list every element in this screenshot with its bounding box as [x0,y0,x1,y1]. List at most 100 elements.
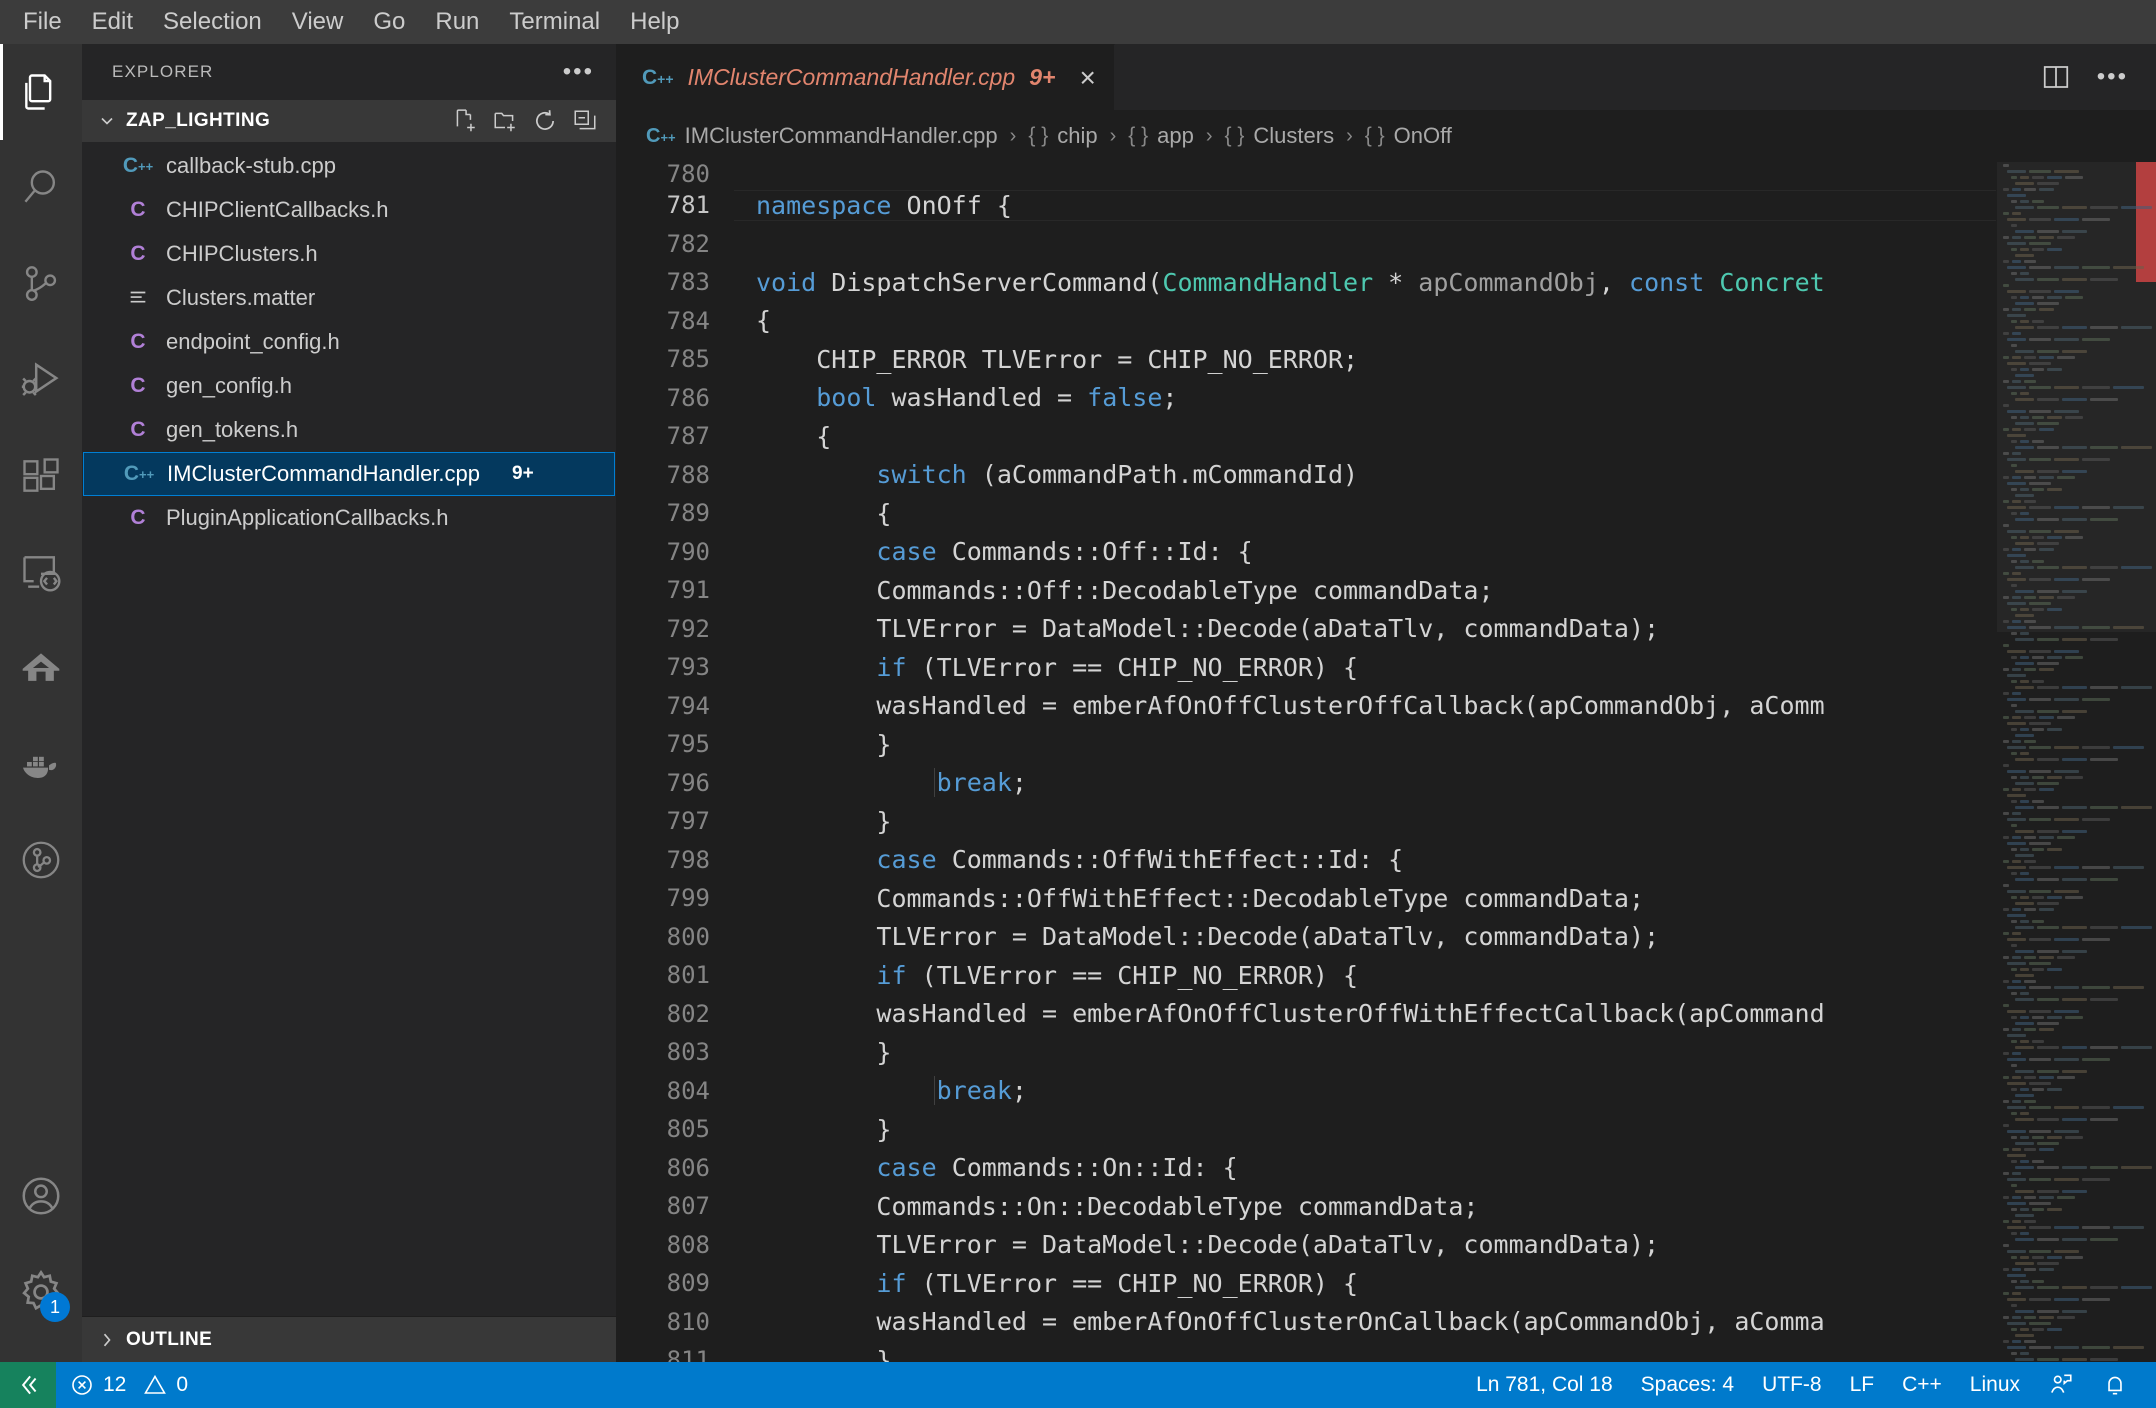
code-line[interactable]: 807 Commands::On::DecodableType commandD… [616,1187,1996,1226]
breadcrumb-item-onoff[interactable]: { } OnOff [1365,123,1452,149]
breadcrumb-item-chip[interactable]: { } chip [1028,123,1097,149]
code-line[interactable]: 797 } [616,802,1996,841]
code-line[interactable]: 802 wasHandled = emberAfOnOffClusterOffW… [616,995,1996,1034]
status-platform[interactable]: Linux [1956,1362,2034,1408]
collapse-all-icon[interactable] [570,106,600,136]
code-line[interactable]: 793 if (TLVError == CHIP_NO_ERROR) { [616,648,1996,687]
more-actions-icon[interactable]: ••• [2097,65,2128,89]
code-line[interactable]: 783 void DispatchServerCommand(CommandHan… [616,263,1996,302]
activity-extensions[interactable] [0,428,82,524]
breadcrumb-item-clusters[interactable]: { } Clusters [1225,123,1335,149]
status-cursor-position[interactable]: Ln 781, Col 18 [1462,1362,1627,1408]
new-folder-icon[interactable] [490,106,520,136]
line-number: 791 [666,576,710,605]
menu-item-terminal[interactable]: Terminal [494,6,615,38]
menu-item-selection[interactable]: Selection [148,6,277,38]
breadcrumb-item-app[interactable]: { } app [1128,123,1194,149]
code-line[interactable]: 801 if (TLVError == CHIP_NO_ERROR) { [616,956,1996,995]
menu-item-edit[interactable]: Edit [77,6,148,38]
code-line[interactable]: 796 break; [616,764,1996,803]
editor-scrollbar[interactable] [2136,162,2156,1362]
status-indentation[interactable]: Spaces: 4 [1627,1362,1748,1408]
code-line[interactable]: 792 TLVError = DataModel::Decode(aDataTl… [616,610,1996,649]
new-file-icon[interactable] [450,106,480,136]
code-line[interactable]: 809 if (TLVError == CHIP_NO_ERROR) { [616,1264,1996,1303]
code-line[interactable]: 784 { [616,302,1996,341]
close-icon[interactable]: × [1079,63,1095,92]
code-line[interactable]: 806 case Commands::On::Id: { [616,1149,1996,1188]
activity-docker[interactable] [0,716,82,812]
breadcrumb-separator: › [1009,124,1017,147]
file-item-callback-stub-cpp[interactable]: C ++ callback-stub.cpp [82,144,616,188]
outline-section-header[interactable]: OUTLINE [82,1316,616,1362]
code-line-text: if (TLVError == CHIP_NO_ERROR) { [876,1268,1359,1298]
code-line[interactable]: 787 { [616,417,1996,456]
code-line[interactable]: 798 case Commands::OffWithEffect::Id: { [616,841,1996,880]
code-line[interactable]: 781 namespace OnOff { [616,186,1996,225]
activity-explorer[interactable] [0,44,82,140]
code-content[interactable]: 780 781 namespace OnOff {782 783 void Dispat… [616,162,1996,1362]
code-line[interactable]: 786 bool wasHandled = false; [616,379,1996,418]
file-item-clusters-matter[interactable]: Clusters.matter [82,276,616,320]
code-line[interactable]: 805 } [616,1110,1996,1149]
split-editor-icon[interactable] [2041,62,2071,92]
breadcrumb-item-imclustercommandhandler-cpp[interactable]: C++ IMClusterCommandHandler.cpp [646,123,998,149]
code-line[interactable]: 780 [616,162,1996,188]
status-eol[interactable]: LF [1836,1362,1889,1408]
feedback-icon[interactable] [2034,1362,2088,1408]
file-item-pluginapplicationcallbacks-h[interactable]: C PluginApplicationCallbacks.h [82,496,616,540]
code-line[interactable]: 808 TLVError = DataModel::Decode(aDataTl… [616,1226,1996,1265]
activity-run-and-debug[interactable] [0,332,82,428]
code-editor[interactable]: 780 781 namespace OnOff {782 783 void Dispat… [616,162,2156,1362]
activity-home[interactable] [0,620,82,716]
code-line[interactable]: 791 Commands::Off::DecodableType command… [616,571,1996,610]
minimap[interactable] [1996,162,2156,1362]
notifications-bell-icon[interactable] [2088,1362,2142,1408]
code-line[interactable]: 799 Commands::OffWithEffect::DecodableTy… [616,879,1996,918]
status-encoding[interactable]: UTF-8 [1748,1362,1836,1408]
code-line[interactable]: 811 } [616,1341,1996,1362]
menu-item-run[interactable]: Run [420,6,494,38]
cpp-file-icon: C++ [642,65,674,89]
status-language-mode[interactable]: C++ [1888,1362,1956,1408]
file-item-imclustercommandhandler-cpp[interactable]: C ++ IMClusterCommandHandler.cpp 9+ [83,452,615,496]
file-item-chipclusters-h[interactable]: C CHIPClusters.h [82,232,616,276]
activity-search[interactable] [0,140,82,236]
problems-status[interactable]: 12 0 [56,1362,202,1408]
code-line[interactable]: 795 } [616,725,1996,764]
file-item-endpoint-config-h[interactable]: Cendpoint_config.h [82,320,616,364]
file-item-gen-tokens-h[interactable]: Cgen_tokens.h [82,408,616,452]
minimap-line [1997,1356,2156,1362]
activity-gitlens[interactable] [0,812,82,908]
remote-explorer-icon [19,550,63,594]
menu-item-file[interactable]: File [8,6,77,38]
refresh-icon[interactable] [530,106,560,136]
code-line[interactable]: 810 wasHandled = emberAfOnOffClusterOnCa… [616,1303,1996,1342]
folder-section-header[interactable]: ZAP_LIGHTING [82,100,616,142]
line-number: 784 [666,306,710,335]
menu-item-go[interactable]: Go [358,6,420,38]
activity-accounts[interactable] [0,1148,82,1244]
activity-source-control[interactable] [0,236,82,332]
file-item-gen-config-h[interactable]: Cgen_config.h [82,364,616,408]
code-line[interactable]: 788 switch (aCommandPath.mCommandId) [616,456,1996,495]
line-number: 783 [666,268,710,297]
activity-remote-explorer[interactable] [0,524,82,620]
code-line[interactable]: 803 } [616,1033,1996,1072]
code-line-text: case Commands::Off::Id: { [876,537,1253,567]
folder-name-label: ZAP_LIGHTING [126,110,271,131]
remote-window-indicator[interactable] [0,1362,56,1408]
tab-imclustercommandhandler-cpp[interactable]: C++ IMClusterCommandHandler.cpp 9+ × [616,44,1115,110]
code-line[interactable]: 804 break; [616,1072,1996,1111]
file-item-chipclientcallbacks-h[interactable]: C CHIPClientCallbacks.h [82,188,616,232]
code-line[interactable]: 790 case Commands::Off::Id: { [616,533,1996,572]
code-line[interactable]: 785 CHIP_ERROR TLVError = CHIP_NO_ERROR; [616,340,1996,379]
menu-item-view[interactable]: View [277,6,359,38]
code-line[interactable]: 782 [616,225,1996,264]
code-line[interactable]: 800 TLVError = DataModel::Decode(aDataTl… [616,918,1996,957]
activity-settings[interactable]: 1 [0,1244,82,1340]
sidebar-more-actions-icon[interactable]: ••• [563,60,594,84]
menu-item-help[interactable]: Help [615,6,694,38]
code-line[interactable]: 789 { [616,494,1996,533]
code-line[interactable]: 794 wasHandled = emberAfOnOffClusterOffC… [616,687,1996,726]
